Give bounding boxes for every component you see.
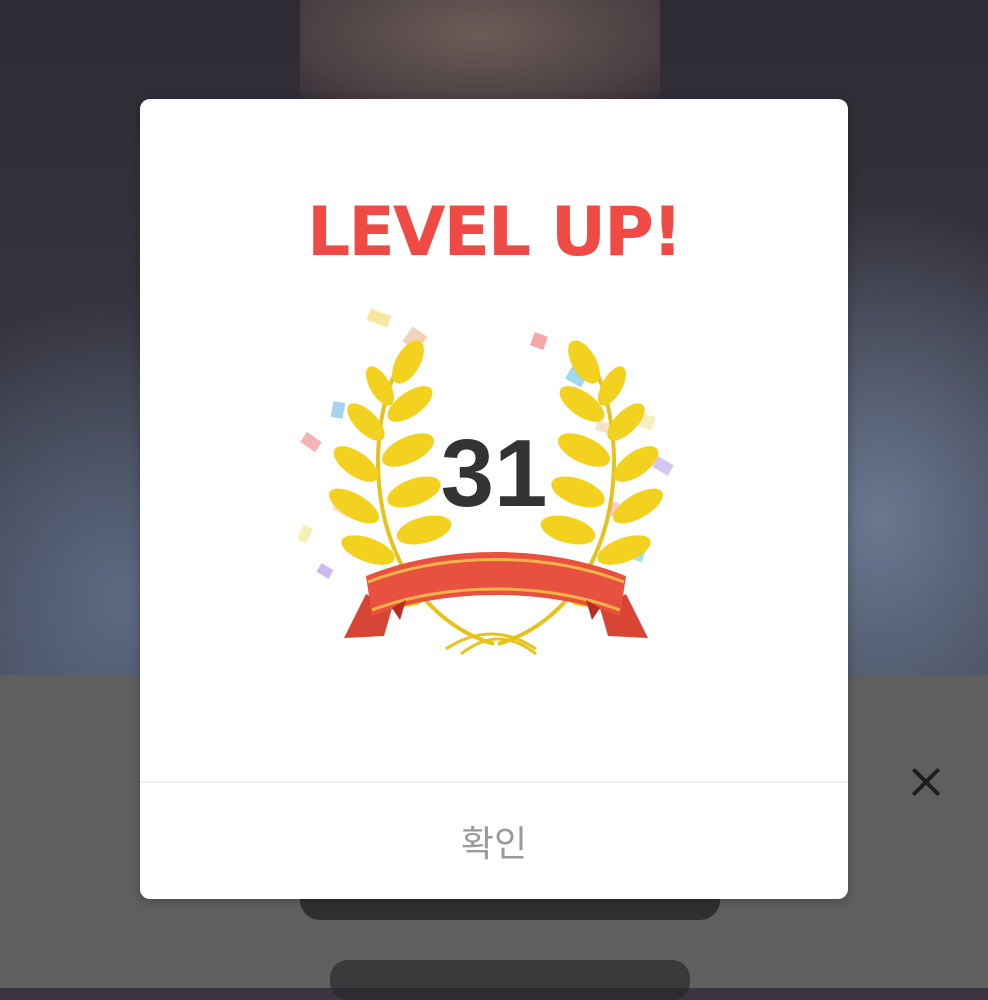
level-number: 31 — [440, 420, 548, 527]
background-person — [300, 0, 660, 110]
close-icon[interactable] — [902, 758, 950, 806]
confirm-button[interactable]: 확인 — [140, 783, 848, 899]
level-up-modal: LEVEL UP! 31 확인 — [140, 99, 848, 899]
background-content — [330, 960, 690, 1000]
level-up-title: LEVEL UP! — [307, 193, 683, 272]
